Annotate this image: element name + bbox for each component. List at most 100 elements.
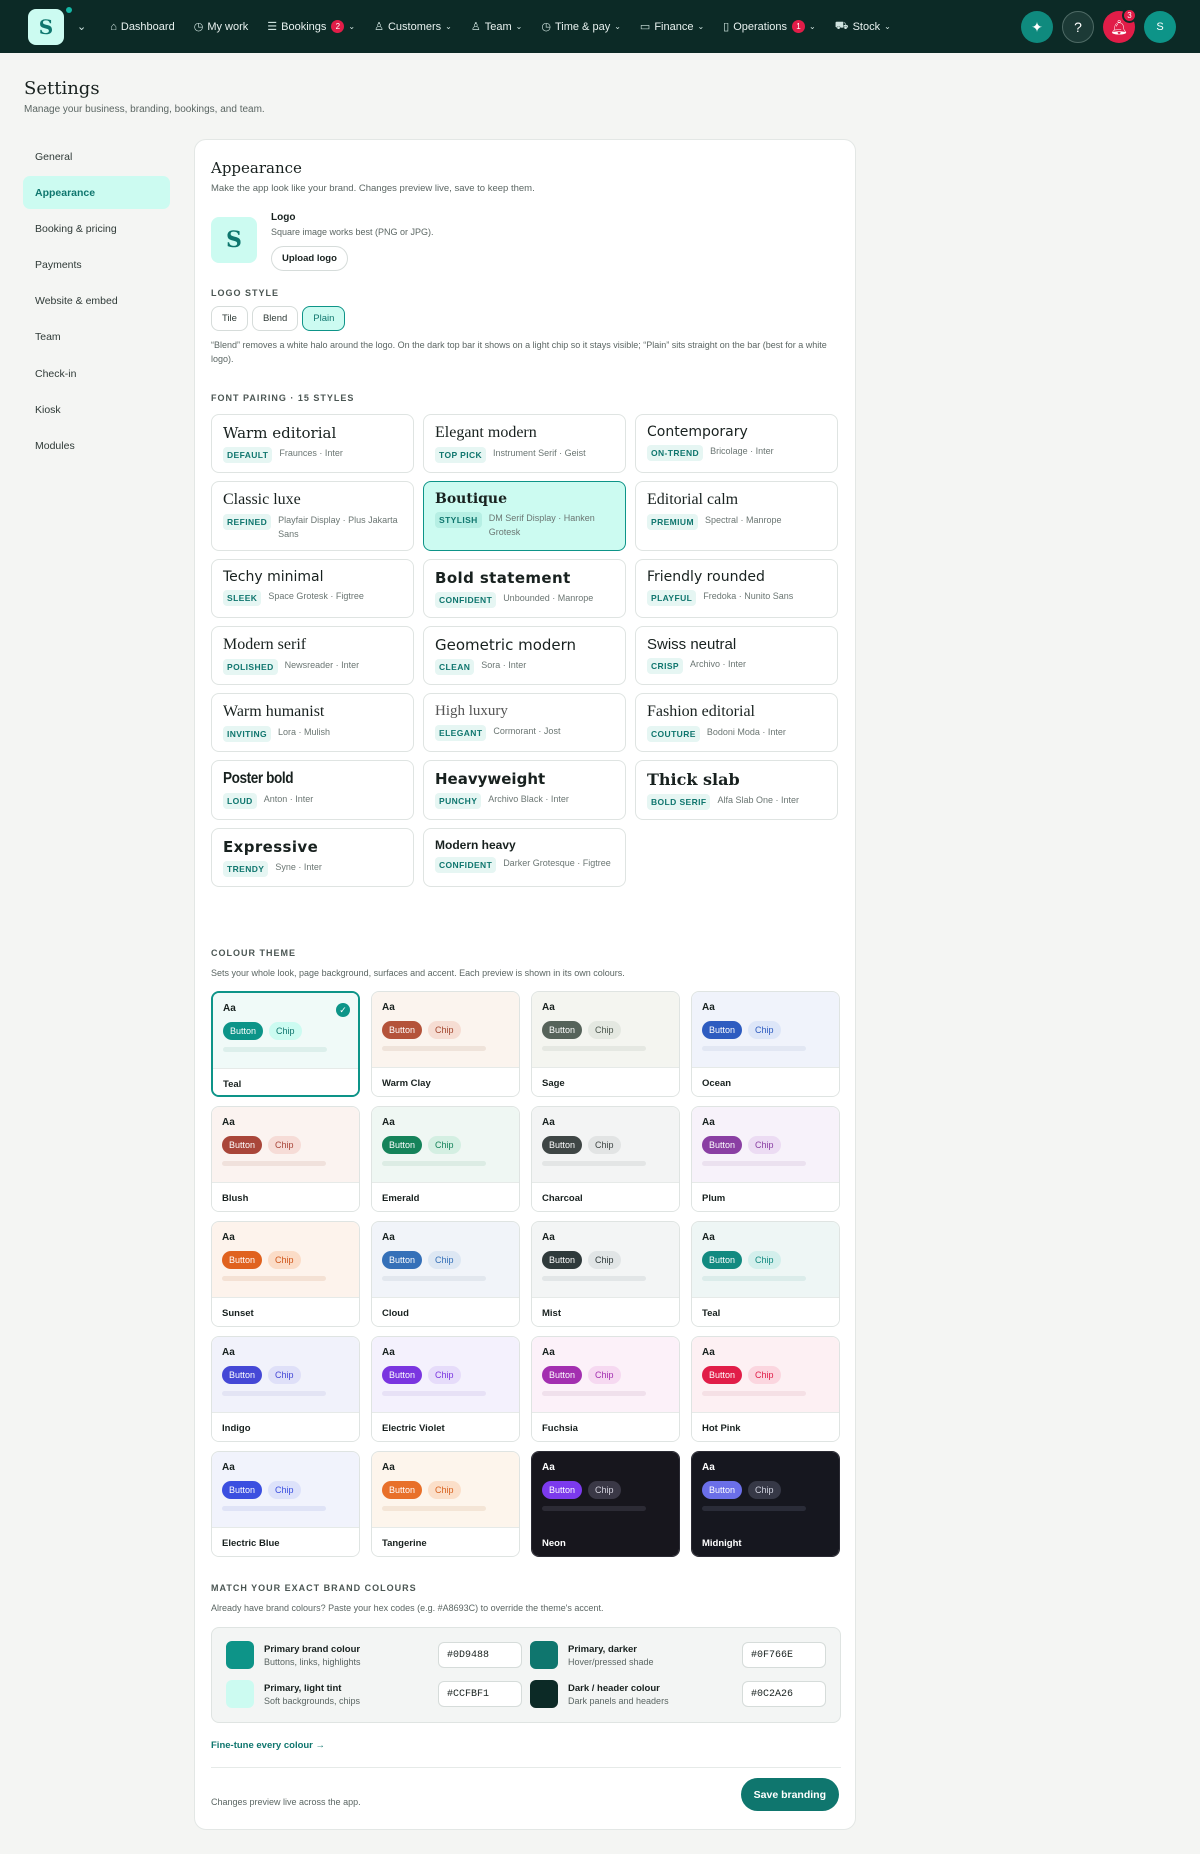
theme-option-sage[interactable]: Aa Button Chip Sage	[531, 991, 680, 1097]
font-option-high-luxury[interactable]: High luxury ELEGANT Cormorant · Jost	[423, 693, 626, 752]
nav-item-dashboard[interactable]: ⌂ Dashboard	[110, 21, 174, 33]
font-option-poster-bold[interactable]: Poster bold LOUD Anton · Inter	[211, 760, 414, 820]
font-option-warm-humanist[interactable]: Warm humanist INVITING Lora · Mulish	[211, 693, 414, 752]
logo-style-plain[interactable]: Plain	[302, 306, 346, 331]
sidebar-item-kiosk[interactable]: Kiosk	[23, 393, 170, 426]
theme-option-charcoal[interactable]: Aa Button Chip Charcoal	[531, 1106, 680, 1212]
nav-item-bookings[interactable]: ☰ Bookings 2 ⌄	[267, 20, 355, 33]
theme-preview-chip: Chip	[428, 1021, 461, 1039]
theme-option-neon[interactable]: Aa Button Chip Neon	[531, 1451, 680, 1557]
sidebar-item-modules[interactable]: Modules	[23, 430, 170, 463]
sidebar-item-check-in[interactable]: Check-in	[23, 357, 170, 390]
nav-item-label: Team	[484, 20, 512, 33]
primary-hex-input[interactable]: #0D9488	[438, 1642, 522, 1668]
primary-dark-swatch[interactable]	[530, 1641, 558, 1669]
theme-preview-bar	[702, 1506, 806, 1511]
font-option-heavyweight[interactable]: Heavyweight PUNCHY Archivo Black · Inter	[423, 760, 626, 820]
theme-preview: Aa Button Chip	[372, 1222, 519, 1297]
nav-item-team[interactable]: ♙ Team ⌄	[471, 20, 522, 34]
upload-logo-button[interactable]: Upload logo	[271, 246, 348, 271]
sidebar-item-team[interactable]: Team	[23, 321, 170, 354]
font-option-thick-slab[interactable]: Thick slab BOLD SERIF Alfa Slab One · Inte…	[635, 760, 838, 820]
theme-option-hot-pink[interactable]: Aa Button Chip Hot Pink	[691, 1336, 840, 1442]
font-option-techy-minimal[interactable]: Techy minimal SLEEK Space Grotesk · Figtre…	[211, 559, 414, 618]
font-option-tag: PLAYFUL	[647, 590, 697, 606]
font-option-bold-statement[interactable]: Bold statement CONFIDENT Unbounded · Manro…	[423, 559, 626, 618]
theme-preview: Aa Button Chip	[532, 1107, 679, 1182]
sidebar-item-booking-pricing[interactable]: Booking & pricing	[23, 212, 170, 245]
theme-preview-chip: Chip	[588, 1366, 621, 1384]
theme-option-electric-blue[interactable]: Aa Button Chip Electric Blue	[211, 1451, 360, 1557]
font-option-meta: TOP PICK Instrument Serif · Geist	[435, 447, 614, 463]
theme-preview-button: Button	[702, 1021, 743, 1039]
theme-option-tangerine[interactable]: Aa Button Chip Tangerine	[371, 1451, 520, 1557]
theme-option-electric-violet[interactable]: Aa Button Chip Electric Violet	[371, 1336, 520, 1442]
primary-light-hex-input[interactable]: #CCFBF1	[438, 1681, 522, 1707]
font-option-fonts: Darker Grotesque · Figtree	[503, 858, 611, 868]
theme-option-teal[interactable]: Aa Button Chip ✓ Teal	[211, 991, 360, 1097]
font-option-name: Contemporary	[647, 424, 748, 440]
theme-option-fuchsia[interactable]: Aa Button Chip Fuchsia	[531, 1336, 680, 1442]
nav-item-finance[interactable]: ▭ Finance ⌄	[640, 20, 704, 34]
font-option-expressive[interactable]: Expressive TRENDY Syne · Inter	[211, 828, 414, 887]
font-option-modern-heavy[interactable]: Modern heavy CONFIDENT Darker Grotesque · …	[423, 828, 626, 887]
fine-tune-link[interactable]: Fine-tune every colour →	[211, 1740, 325, 1751]
sidebar-item-general[interactable]: General	[23, 140, 170, 173]
primary-light-swatch[interactable]	[226, 1680, 254, 1708]
font-option-friendly-rounded[interactable]: Friendly rounded PLAYFUL Fredoka · Nunito …	[635, 559, 838, 618]
avatar[interactable]: S	[1144, 11, 1176, 43]
font-option-tag: INVITING	[223, 726, 272, 742]
sidebar-item-appearance[interactable]: Appearance	[23, 176, 170, 210]
app-logo[interactable]: S	[28, 6, 72, 45]
theme-preview: Aa Button Chip	[532, 1337, 679, 1412]
theme-option-blush[interactable]: Aa Button Chip Blush	[211, 1106, 360, 1212]
theme-option-ocean[interactable]: Aa Button Chip Ocean	[691, 991, 840, 1097]
header-swatch[interactable]	[530, 1680, 558, 1708]
font-option-tag: TRENDY	[223, 861, 269, 877]
primary-light-hint: Soft backgrounds, chips	[264, 1695, 361, 1706]
sidebar-item-website-embed[interactable]: Website & embed	[23, 285, 170, 318]
theme-option-plum[interactable]: Aa Button Chip Plum	[691, 1106, 840, 1212]
theme-preview-bar	[382, 1391, 486, 1396]
font-option-contemporary[interactable]: Contemporary ON-TREND Bricolage · Inter	[635, 414, 838, 473]
theme-name: Hot Pink	[692, 1412, 839, 1441]
font-option-name: Poster bold	[223, 770, 294, 787]
theme-option-midnight[interactable]: Aa Button Chip Midnight	[691, 1451, 840, 1557]
nav-item-customers[interactable]: ♙ Customers ⌄	[374, 20, 452, 34]
font-option-fonts: Archivo Black · Inter	[488, 794, 569, 804]
logo-style-tile[interactable]: Tile	[211, 306, 248, 331]
font-option-geometric-modern[interactable]: Geometric modern CLEAN Sora · Inter	[423, 626, 626, 685]
notifications-button[interactable]: 🔔︎ 3	[1103, 8, 1137, 43]
font-option-boutique[interactable]: Boutique STYLISH DM Serif Display · Hanken…	[423, 481, 626, 551]
font-option-warm-editorial[interactable]: Warm editorial DEFAULT Fraunces · Inter	[211, 414, 414, 473]
font-option-classic-luxe[interactable]: Classic luxe REFINED Playfair Display · Pl…	[211, 481, 414, 551]
nav-item-operations[interactable]: ▯ Operations 1 ⌄	[723, 20, 816, 33]
help-button[interactable]: ?	[1062, 11, 1094, 43]
nav-item-my-work[interactable]: ◷ My work	[194, 20, 249, 34]
theme-option-indigo[interactable]: Aa Button Chip Indigo	[211, 1336, 360, 1442]
save-branding-button[interactable]: Save branding	[740, 1778, 839, 1811]
nav-item-time-pay[interactable]: ◷ Time & pay ⌄	[541, 20, 621, 34]
font-option-swiss-neutral[interactable]: Swiss neutral CRISP Archivo · Inter	[635, 626, 838, 685]
theme-option-emerald[interactable]: Aa Button Chip Emerald	[371, 1106, 520, 1212]
font-option-elegant-modern[interactable]: Elegant modern TOP PICK Instrument Serif ·…	[423, 414, 626, 473]
header-hex-input[interactable]: #0C2A26	[742, 1681, 826, 1707]
theme-option-cloud[interactable]: Aa Button Chip Cloud	[371, 1221, 520, 1327]
font-option-fonts: Lora · Mulish	[278, 727, 331, 737]
nav-item-stock[interactable]: ⛟ Stock ⌄	[835, 20, 891, 34]
font-option-editorial-calm[interactable]: Editorial calm PREMIUM Spectral · Manrope	[635, 481, 838, 551]
logo-style-blend[interactable]: Blend	[251, 306, 299, 331]
workspace-chevron-down-icon[interactable]: ⌄	[77, 20, 86, 33]
font-option-fashion-editorial[interactable]: Fashion editorial COUTURE Bodoni Moda · In…	[635, 693, 838, 752]
theme-preview-chip: Chip	[428, 1481, 461, 1499]
sidebar-item-payments[interactable]: Payments	[23, 249, 170, 282]
sparkle-button[interactable]: ✦	[1021, 11, 1053, 43]
theme-option-sunset[interactable]: Aa Button Chip Sunset	[211, 1221, 360, 1327]
primary-dark-hex-input[interactable]: #0F766E	[742, 1642, 826, 1668]
theme-option-mist[interactable]: Aa Button Chip Mist	[531, 1221, 680, 1327]
primary-swatch[interactable]	[226, 1641, 254, 1669]
primary-colour-row: Primary brand colour Buttons, links, high…	[226, 1641, 361, 1669]
font-option-modern-serif[interactable]: Modern serif POLISHED Newsreader · Inter	[211, 626, 414, 685]
theme-option-warm-clay[interactable]: Aa Button Chip Warm Clay	[371, 991, 520, 1097]
theme-option-teal[interactable]: Aa Button Chip Teal	[691, 1221, 840, 1327]
